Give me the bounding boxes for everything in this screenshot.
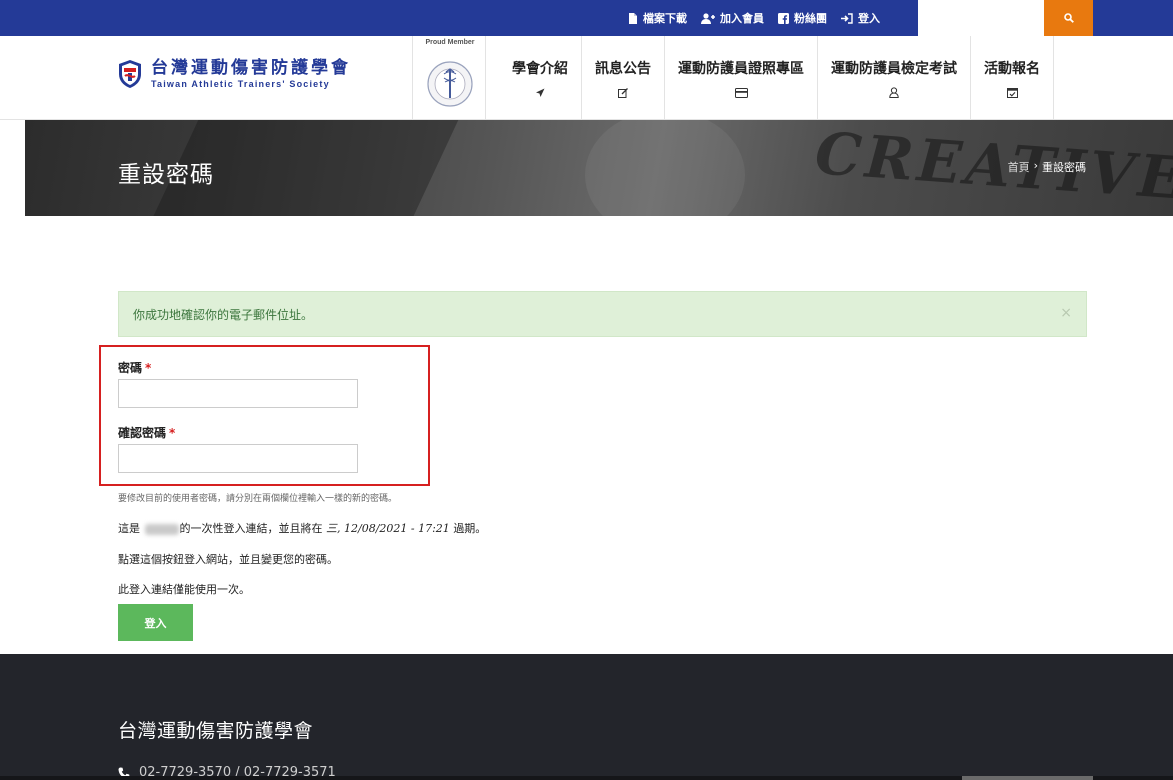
password-label-text: 密碼	[118, 361, 143, 375]
login-button[interactable]: 登入	[118, 604, 193, 641]
fan-page-link[interactable]: 粉絲團	[778, 10, 827, 26]
edit-icon	[617, 87, 629, 99]
site-header: 台灣運動傷害防護學會 Taiwan Athletic Trainers' Soc…	[0, 36, 1173, 120]
facebook-icon	[778, 12, 789, 24]
join-member-label: 加入會員	[720, 12, 764, 25]
nav-item-certificate[interactable]: 運動防護員證照專區	[665, 36, 818, 120]
notice-mid: 的一次性登入連結，並且將在	[179, 522, 323, 535]
confirm-password-label-text: 確認密碼	[118, 426, 167, 440]
search-input[interactable]	[918, 0, 1044, 36]
add-user-icon	[701, 12, 715, 24]
expiry-date: 三, 12/08/2021 - 17:21	[326, 522, 450, 535]
redacted-username	[144, 523, 179, 535]
page-title: 重設密碼	[118, 162, 214, 188]
nav-item-certificate-label: 運動防護員證照專區	[678, 60, 804, 77]
breadcrumb-home-link[interactable]: 首頁	[1008, 159, 1030, 175]
top-links: 檔案下載 加入會員 粉絲團 登入	[628, 0, 880, 36]
notice-prefix: 這是	[118, 522, 140, 535]
required-marker: *	[169, 426, 176, 440]
search-button[interactable]	[1044, 0, 1093, 36]
nav-item-events[interactable]: 活動報名	[971, 36, 1054, 120]
breadcrumb-separator: ›	[1033, 159, 1038, 172]
download-link[interactable]: 檔案下載	[628, 10, 687, 26]
sign-in-icon	[841, 12, 853, 24]
logo-name-en: Taiwan Athletic Trainers' Society	[151, 79, 330, 89]
one-time-link-notice: 這是 的一次性登入連結，並且將在 三, 12/08/2021 - 17:21 過…	[118, 520, 486, 536]
nav-item-events-label: 活動報名	[984, 60, 1040, 77]
password-input[interactable]	[118, 379, 358, 408]
required-marker: *	[145, 361, 152, 375]
login-link[interactable]: 登入	[841, 10, 880, 26]
password-help-text: 要修改目前的使用者密碼，請分別在兩個欄位裡輸入一樣的新的密碼。	[118, 494, 398, 504]
nav-item-about[interactable]: 學會介紹	[500, 36, 582, 120]
notice-suffix: 過期。	[453, 522, 487, 535]
logo-text: 台灣運動傷害防護學會 Taiwan Athletic Trainers' Soc…	[151, 58, 351, 90]
send-icon	[535, 87, 545, 99]
join-member-link[interactable]: 加入會員	[701, 10, 764, 26]
banner-background-shape	[585, 120, 745, 216]
horizontal-scrollbar[interactable]	[962, 776, 1093, 780]
credit-card-icon	[734, 87, 748, 99]
fan-page-label: 粉絲團	[794, 12, 827, 25]
download-link-label: 檔案下載	[643, 12, 687, 25]
nav-item-exam-label: 運動防護員檢定考試	[831, 60, 957, 77]
banner-background-lettering: CREATIVE	[813, 120, 1173, 213]
nav-item-news[interactable]: 訊息公告	[582, 36, 665, 120]
breadcrumb-current: 重設密碼	[1042, 161, 1086, 174]
nav-item-news-label: 訊息公告	[595, 60, 651, 77]
footer-title: 台灣運動傷害防護學會	[118, 720, 314, 742]
single-use-notice: 此登入連結僅能使用一次。	[118, 583, 250, 596]
alert-close-button[interactable]: ×	[1060, 306, 1072, 320]
society-logo-icon	[119, 60, 141, 88]
success-alert: 你成功地確認你的電子郵件位址。 ×	[118, 291, 1087, 337]
password-label: 密碼 *	[118, 359, 151, 376]
alert-message: 你成功地確認你的電子郵件位址。	[133, 307, 314, 322]
main-nav: 學會介紹 訊息公告 運動防護員證照專區 運動防護員檢定考試 活動報名	[500, 36, 1054, 120]
top-bar: 檔案下載 加入會員 粉絲團 登入	[0, 0, 1173, 36]
member-seal-icon	[427, 61, 473, 107]
site-logo[interactable]: 台灣運動傷害防護學會 Taiwan Athletic Trainers' Soc…	[117, 58, 351, 90]
confirm-password-input[interactable]	[118, 444, 358, 473]
member-label: Proud Member	[425, 39, 475, 46]
user-icon	[889, 87, 899, 99]
login-instruction: 點選這個按鈕登入網站，並且變更您的密碼。	[118, 553, 338, 566]
proud-member-badge[interactable]: Proud Member	[412, 36, 486, 120]
confirm-password-label: 確認密碼 *	[118, 424, 175, 441]
site-footer: 台灣運動傷害防護學會 02-7729-3570 / 02-7729-3571	[0, 654, 1173, 780]
nav-item-about-label: 學會介紹	[512, 60, 568, 77]
search-icon	[1063, 13, 1074, 23]
login-link-label: 登入	[858, 12, 880, 25]
logo-name-cn: 台灣運動傷害防護學會	[151, 58, 351, 78]
breadcrumb: 首頁 › 重設密碼	[1008, 159, 1086, 175]
document-icon	[629, 12, 637, 24]
nav-item-exam[interactable]: 運動防護員檢定考試	[818, 36, 971, 120]
calendar-check-icon	[1006, 87, 1018, 99]
